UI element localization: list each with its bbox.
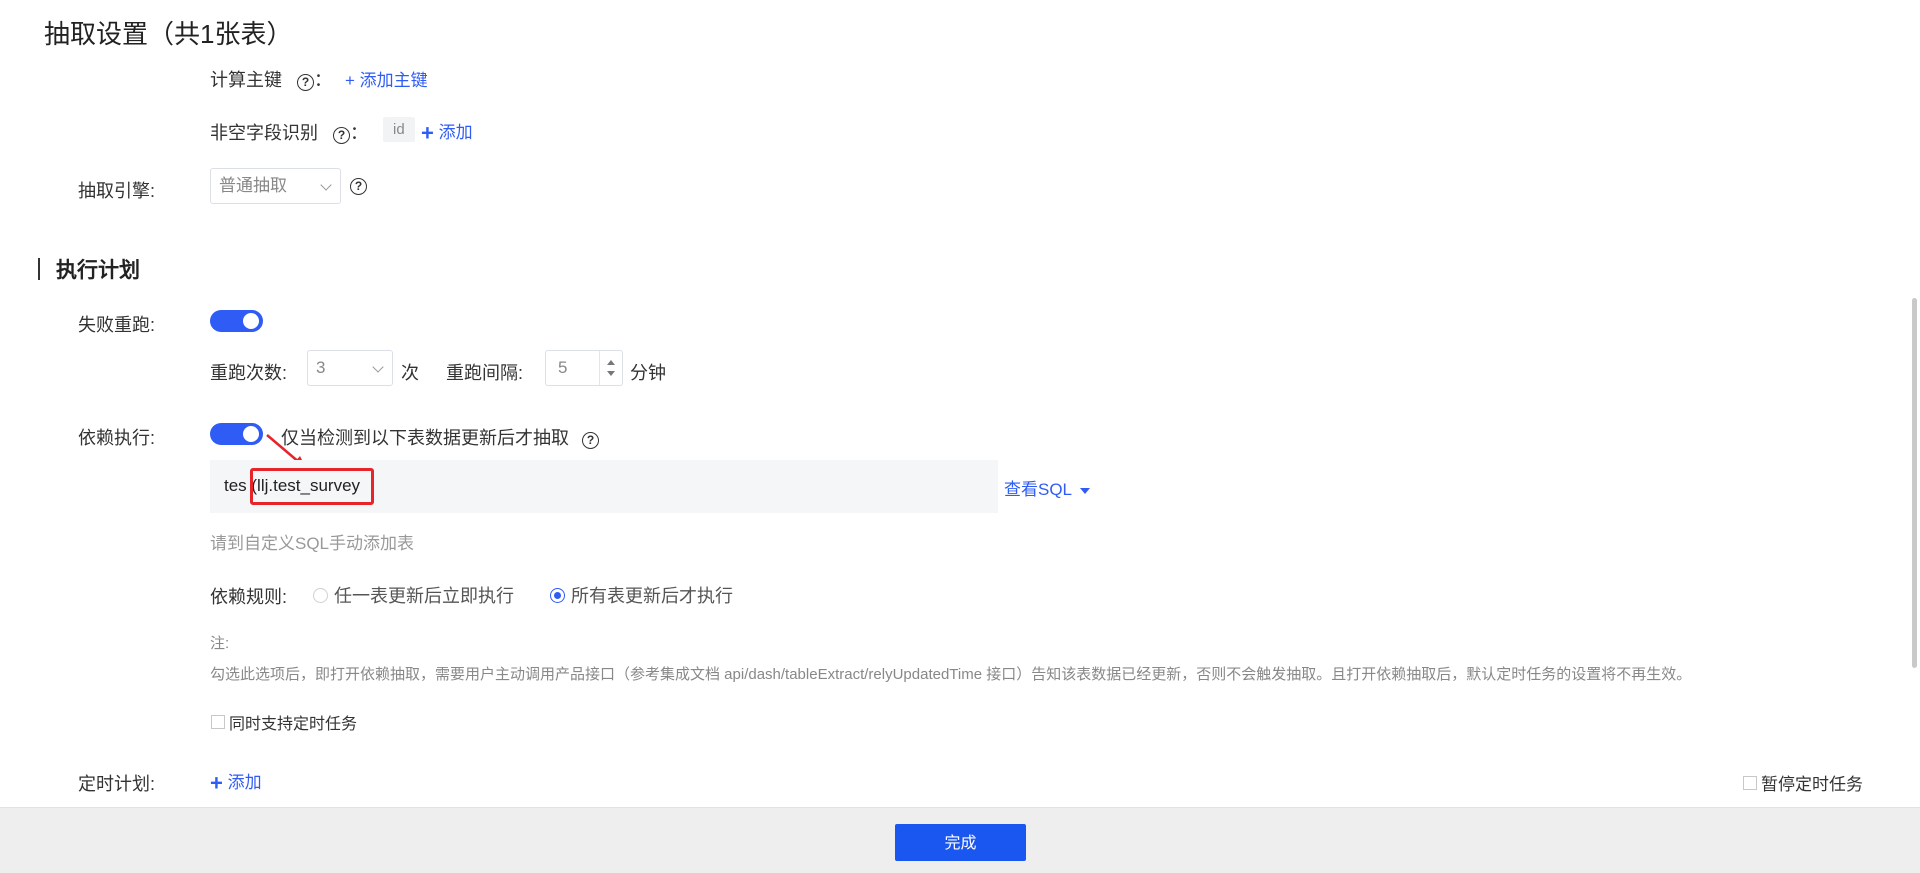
add-nonnull-field-button[interactable]: + 添加 xyxy=(421,118,473,147)
note-title: 注: xyxy=(210,635,230,652)
radio-icon[interactable] xyxy=(313,587,328,603)
checkbox-icon[interactable] xyxy=(1743,775,1757,790)
help-icon[interactable]: ? xyxy=(297,74,315,91)
plus-icon: + xyxy=(210,770,223,796)
view-sql-dropdown[interactable]: 查看SQL xyxy=(1004,475,1091,500)
switch-knob xyxy=(243,426,259,442)
retry-label: 失败重跑: xyxy=(78,315,156,335)
help-icon[interactable]: ? xyxy=(350,178,367,195)
add-table-hint: 请到自定义SQL手动添加表 xyxy=(210,534,415,553)
rule-all-radio[interactable]: 所有表更新后才执行 xyxy=(550,582,733,608)
primary-key-label: 计算主键 ?： xyxy=(210,70,333,91)
also-schedule-checkbox[interactable]: 同时支持定时任务 xyxy=(211,710,357,734)
vertical-scrollbar[interactable] xyxy=(1912,298,1917,668)
nonnull-field-label: 非空字段识别 ?： xyxy=(210,123,369,144)
done-button[interactable]: 完成 xyxy=(895,824,1026,861)
decrement-icon[interactable] xyxy=(607,371,615,376)
add-schedule-button[interactable]: + 添加 xyxy=(210,768,262,797)
page-title: 抽取设置（共1张表） xyxy=(44,19,293,49)
radio-checked-icon[interactable] xyxy=(550,587,565,603)
pause-schedule-checkbox[interactable]: 暂停定时任务 xyxy=(1743,770,1863,795)
retry-interval-unit: 分钟 xyxy=(630,363,666,383)
retry-interval-label: 重跑间隔: xyxy=(446,363,524,383)
note-text: 勾选此选项后，即打开依赖抽取，需要用户主动调用产品接口（参考集成文档 api/d… xyxy=(210,666,1692,683)
plus-icon: + xyxy=(421,120,434,146)
increment-icon[interactable] xyxy=(607,360,615,365)
add-primary-key-link[interactable]: + 添加主键 xyxy=(345,66,428,91)
section-marker xyxy=(38,258,40,280)
retry-count-unit: 次 xyxy=(401,363,419,383)
stepper-arrows[interactable] xyxy=(599,351,622,385)
help-icon[interactable]: ? xyxy=(333,127,351,144)
retry-switch[interactable] xyxy=(210,310,263,332)
chevron-down-icon xyxy=(320,179,332,191)
depend-switch[interactable] xyxy=(210,423,263,445)
checkbox-icon[interactable] xyxy=(211,715,225,729)
chevron-down-icon xyxy=(372,361,384,373)
retry-count-label: 重跑次数: xyxy=(210,363,288,383)
annotation-highlight-box xyxy=(250,468,374,505)
extract-settings-page: 抽取设置（共1张表） 计算主键 ?： + 添加主键 非空字段识别 ?： id +… xyxy=(0,0,1905,807)
depend-description: 仅当检测到以下表数据更新后才抽取 ? xyxy=(281,424,600,450)
depend-label: 依赖执行: xyxy=(78,428,156,448)
footer-bar: 完成 xyxy=(0,807,1920,873)
depend-rule-label: 依赖规则: xyxy=(210,587,288,607)
caret-down-icon xyxy=(1080,487,1091,494)
section-title-exec-plan: 执行计划 xyxy=(56,259,140,282)
engine-label: 抽取引擎: xyxy=(78,181,156,201)
engine-select[interactable]: 普通抽取 xyxy=(210,168,341,204)
help-icon[interactable]: ? xyxy=(582,432,600,449)
retry-interval-stepper[interactable]: 5 xyxy=(545,350,623,386)
switch-knob xyxy=(243,313,259,329)
schedule-label: 定时计划: xyxy=(78,774,156,794)
rule-any-radio[interactable]: 任一表更新后立即执行 xyxy=(313,582,514,608)
nonnull-field-tag[interactable]: id xyxy=(383,117,415,142)
retry-count-select[interactable]: 3 xyxy=(307,350,393,386)
